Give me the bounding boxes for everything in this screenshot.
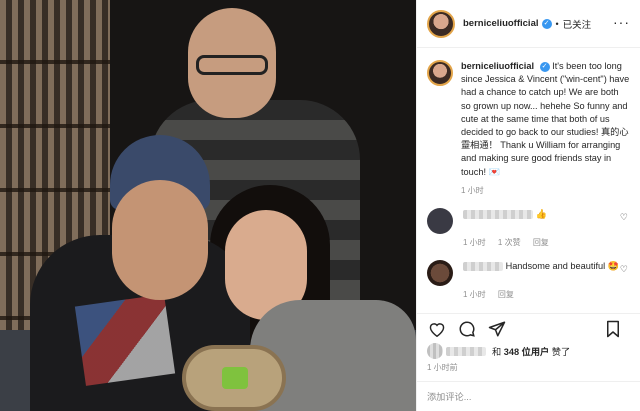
- comment-avatar[interactable]: [427, 259, 453, 286]
- comment-text: Handsome and beautiful 🤩: [463, 260, 619, 286]
- comment-input[interactable]: [427, 391, 577, 402]
- post-frame: berniceliuofficial ✓ • 已关注 ··· berniceli…: [0, 0, 640, 411]
- redacted-username: [463, 209, 533, 219]
- likes-prefix: 和: [492, 347, 502, 357]
- action-bar: [417, 313, 640, 343]
- comment-icon[interactable]: [457, 319, 477, 339]
- heart-icon[interactable]: ♡: [620, 212, 628, 223]
- comment-likes[interactable]: 1 次赞: [498, 238, 521, 247]
- likes-suffix: 赞了: [551, 347, 571, 357]
- caption-text: berniceliuofficial ✓ It's been too long …: [461, 60, 630, 179]
- reply-button[interactable]: 回复: [533, 238, 549, 247]
- author-username[interactable]: berniceliuofficial: [463, 18, 539, 29]
- posted-time[interactable]: 1 小时前: [427, 362, 458, 373]
- caption-time: 1 小时: [461, 185, 484, 195]
- comment-emoji: 👍: [535, 208, 548, 219]
- redacted-username: [463, 261, 503, 271]
- comment-text: 👍: [463, 208, 547, 234]
- bookmark-icon[interactable]: [603, 319, 623, 339]
- post-photo[interactable]: [0, 0, 416, 411]
- comment-item: 👍 ♡: [417, 196, 640, 234]
- verified-icon: ✓: [541, 18, 552, 29]
- likes-count[interactable]: 348 位用户: [504, 344, 549, 358]
- comment-meta: 1 小时 回复: [463, 289, 640, 300]
- comment-body: Handsome and beautiful 🤩: [505, 260, 620, 271]
- post-header: berniceliuofficial ✓ • 已关注 ···: [417, 0, 640, 48]
- share-icon[interactable]: [487, 319, 507, 339]
- caption-block: berniceliuofficial ✓ It's been too long …: [417, 48, 640, 179]
- reply-button[interactable]: 回复: [498, 290, 514, 299]
- liker-avatar: [427, 343, 443, 359]
- green-dessert: [222, 367, 248, 389]
- author-avatar[interactable]: [427, 9, 455, 38]
- post-side-panel: berniceliuofficial ✓ • 已关注 ··· berniceli…: [416, 0, 640, 411]
- caption-avatar[interactable]: [427, 60, 453, 86]
- comment-item: Handsome and beautiful 🤩 ♡: [417, 248, 640, 286]
- comment-time: 1 小时: [463, 237, 486, 247]
- shirt-print: [74, 294, 176, 386]
- cap-man-head: [112, 180, 208, 300]
- glasses: [196, 55, 268, 75]
- caption-body: It's been too long since Jessica & Vince…: [461, 61, 630, 177]
- comment-meta: 1 小时 1 次赞 回复: [463, 237, 640, 248]
- verified-icon: ✓: [539, 61, 550, 72]
- comment-avatar[interactable]: [427, 207, 453, 234]
- separator-dot: •: [555, 18, 559, 29]
- comment-composer: [417, 381, 640, 411]
- heart-icon[interactable]: ♡: [620, 264, 628, 275]
- redacted-liker: [446, 346, 486, 356]
- follow-status[interactable]: 已关注: [563, 17, 592, 31]
- likes-summary[interactable]: 和 348 位用户 赞了: [427, 343, 570, 359]
- more-dots-icon[interactable]: ···: [613, 14, 630, 30]
- caption-username[interactable]: berniceliuofficial: [461, 61, 534, 71]
- heart-icon[interactable]: [427, 319, 447, 339]
- comment-time: 1 小时: [463, 289, 486, 299]
